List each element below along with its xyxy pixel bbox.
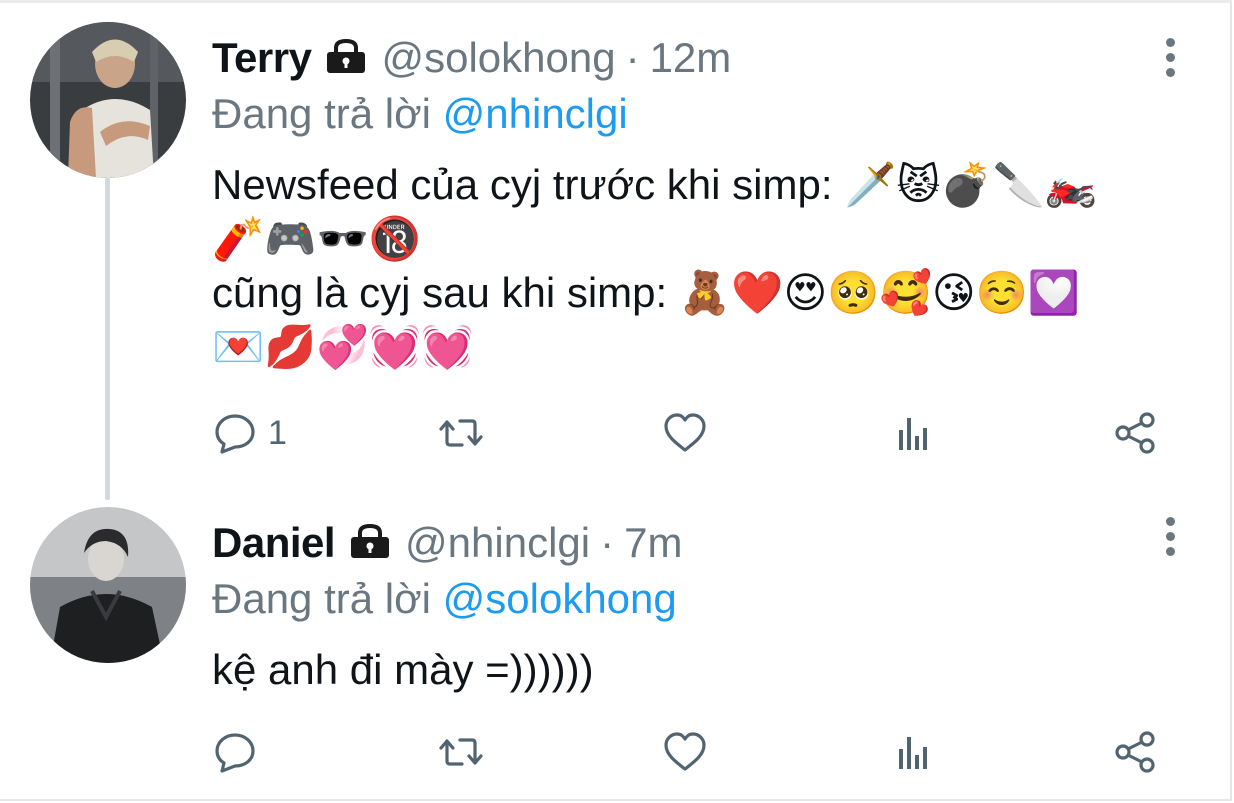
- tweet-content: Terry @solokhong · 12m Đang trả lời @nhi…: [212, 30, 1174, 374]
- reply-count: 1: [268, 413, 287, 452]
- like-button[interactable]: [662, 408, 708, 458]
- analytics-button[interactable]: [890, 408, 936, 458]
- analytics-bars-icon: [899, 418, 927, 450]
- analytics-bars-icon: [899, 737, 927, 769]
- like-button[interactable]: [662, 727, 708, 777]
- display-name[interactable]: Terry: [212, 34, 312, 82]
- user-handle[interactable]: @nhinclgi: [405, 519, 590, 567]
- more-vertical-icon[interactable]: [1164, 38, 1176, 78]
- tweet-text-line: Newsfeed của cyj trước khi simp: 🗡️😾💣🔪🏍️: [212, 161, 1098, 208]
- tweet-content: Daniel @nhinclgi · 7m Đang trả lời @solo…: [212, 515, 1174, 697]
- tweet-text: kệ anh đi mày =)))))): [212, 643, 1174, 697]
- share-icon: [1115, 412, 1155, 454]
- heart-icon: [664, 413, 706, 452]
- more-vertical-icon[interactable]: [1164, 517, 1176, 557]
- mention-link[interactable]: @solokhong: [443, 575, 677, 622]
- user-handle[interactable]: @solokhong: [381, 34, 615, 82]
- retweet-icon: [439, 738, 483, 766]
- heart-icon: [664, 732, 706, 771]
- separator-dot: ·: [625, 34, 640, 81]
- tweet-timestamp[interactable]: 12m: [650, 34, 732, 82]
- avatar[interactable]: [30, 507, 186, 663]
- tweet-actions: 1: [212, 408, 1172, 458]
- tweet-card[interactable]: Terry @solokhong · 12m Đang trả lời @nhi…: [0, 0, 1234, 495]
- person-photo-avatar-icon: [30, 22, 186, 178]
- retweet-icon: [439, 419, 483, 447]
- tweet-header: Terry @solokhong · 12m: [212, 30, 1174, 86]
- tweet-header: Daniel @nhinclgi · 7m: [212, 515, 1174, 571]
- tweet-timestamp[interactable]: 7m: [624, 519, 682, 567]
- replying-to: Đang trả lời @solokhong: [212, 571, 1174, 627]
- reply-bubble-icon: [215, 414, 255, 454]
- tweet-card[interactable]: Daniel @nhinclgi · 7m Đang trả lời @solo…: [0, 495, 1234, 801]
- replying-to: Đang trả lời @nhinclgi: [212, 86, 1174, 142]
- replying-to-label: Đang trả lời: [212, 575, 443, 622]
- separator-dot: ·: [600, 519, 615, 566]
- avatar[interactable]: [30, 22, 186, 178]
- share-button[interactable]: [1112, 408, 1158, 458]
- tweet-actions: [212, 727, 1172, 777]
- tweet-text-line: 🧨🎮🕶️🔞: [212, 215, 422, 262]
- mention-link[interactable]: @nhinclgi: [443, 90, 628, 137]
- retweet-button[interactable]: [438, 727, 484, 777]
- reply-button[interactable]: [212, 727, 268, 777]
- analytics-button[interactable]: [890, 727, 936, 777]
- lock-icon: [325, 38, 367, 73]
- share-button[interactable]: [1112, 727, 1158, 777]
- person-photo-avatar-icon: [30, 507, 186, 663]
- tweet-text-line: cũng là cyj sau khi simp: 🧸❤️😍🥺🥰😘☺️💟: [212, 269, 1081, 316]
- share-icon: [1115, 731, 1155, 773]
- reply-button[interactable]: 1: [212, 408, 287, 458]
- retweet-button[interactable]: [438, 408, 484, 458]
- tweet-text: Newsfeed của cyj trước khi simp: 🗡️😾💣🔪🏍️…: [212, 158, 1174, 374]
- lock-icon: [349, 523, 391, 558]
- reply-bubble-icon: [215, 733, 255, 773]
- display-name[interactable]: Daniel: [212, 519, 336, 567]
- replying-to-label: Đang trả lời: [212, 90, 443, 137]
- tweet-text-line: 💌💋💞💓💓: [212, 323, 474, 370]
- tweet-text-line: kệ anh đi mày =)))))): [212, 646, 594, 693]
